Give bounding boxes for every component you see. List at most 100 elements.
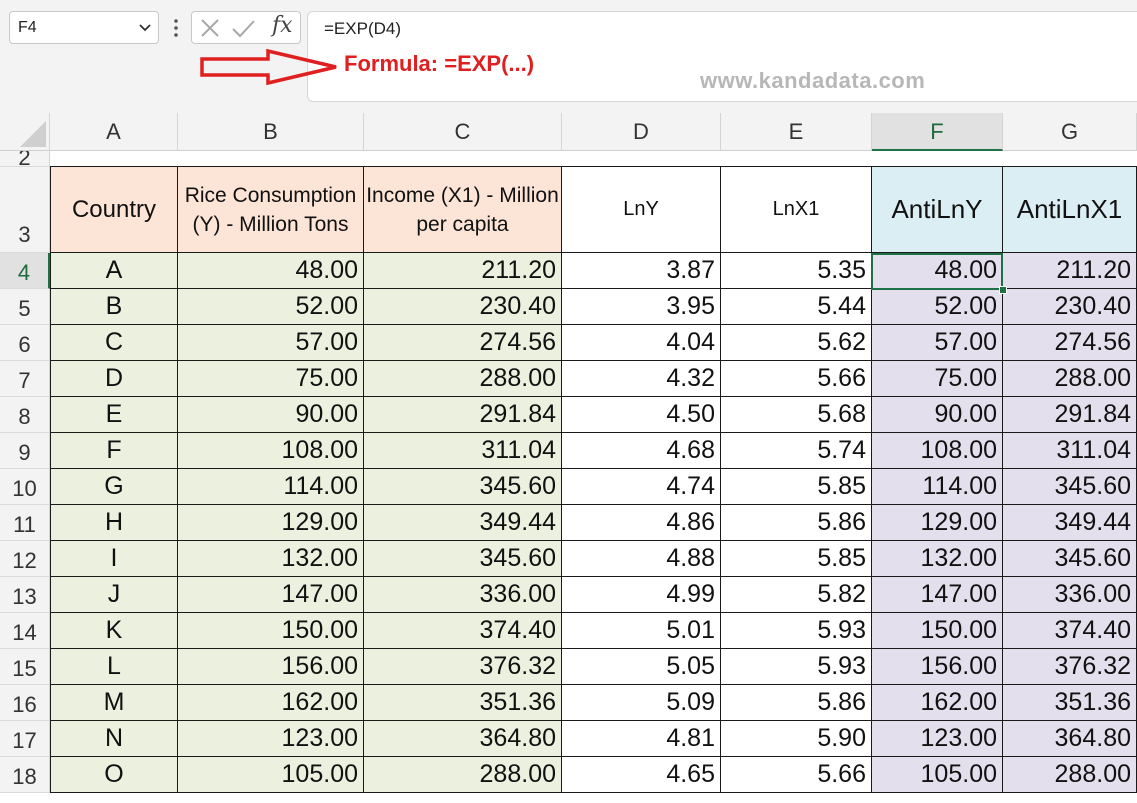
cell-lny[interactable]: 4.88 [562, 541, 721, 577]
cell-country[interactable]: H [50, 505, 178, 541]
cell-lnx1[interactable]: 5.62 [721, 325, 872, 361]
cell-income[interactable]: 288.00 [364, 361, 562, 397]
column-header-b[interactable]: B [178, 113, 364, 151]
cell-country[interactable]: L [50, 649, 178, 685]
row-header[interactable]: 7 [0, 361, 50, 397]
cell-rice[interactable]: 108.00 [178, 433, 364, 469]
header-income[interactable]: Income (X1) - Million per capita [364, 167, 562, 253]
cell-country[interactable]: K [50, 613, 178, 649]
cell-country[interactable]: E [50, 397, 178, 433]
cell-antilny[interactable]: 162.00 [872, 685, 1003, 721]
cell-antilny[interactable]: 150.00 [872, 613, 1003, 649]
cell-antilny[interactable]: 147.00 [872, 577, 1003, 613]
cell-lny[interactable]: 5.01 [562, 613, 721, 649]
cell-income[interactable]: 345.60 [364, 469, 562, 505]
cell-rice[interactable]: 162.00 [178, 685, 364, 721]
cell-rice[interactable]: 75.00 [178, 361, 364, 397]
cell-country[interactable]: C [50, 325, 178, 361]
cell-income[interactable]: 274.56 [364, 325, 562, 361]
row-header[interactable]: 18 [0, 757, 50, 793]
cell-antilny[interactable]: 132.00 [872, 541, 1003, 577]
cell-lny[interactable]: 4.50 [562, 397, 721, 433]
column-header-f[interactable]: F [872, 113, 1003, 151]
cell-antilnx1[interactable]: 291.84 [1003, 397, 1137, 433]
cell-income[interactable]: 211.20 [364, 253, 562, 289]
row-header[interactable]: 9 [0, 433, 50, 469]
row-header-3[interactable]: 3 [0, 167, 50, 253]
column-header-d[interactable]: D [562, 113, 721, 151]
header-antilny[interactable]: AntiLnY [872, 167, 1003, 253]
header-lny[interactable]: LnY [562, 167, 721, 253]
cell-income[interactable]: 376.32 [364, 649, 562, 685]
cell-antilny[interactable]: 105.00 [872, 757, 1003, 793]
cell-lny[interactable]: 4.65 [562, 757, 721, 793]
cell-antilnx1[interactable]: 311.04 [1003, 433, 1137, 469]
cell-antilnx1[interactable]: 288.00 [1003, 361, 1137, 397]
cell-antilny[interactable]: 129.00 [872, 505, 1003, 541]
cell-antilnx1[interactable]: 211.20 [1003, 253, 1137, 289]
cell-rice[interactable]: 147.00 [178, 577, 364, 613]
row-header[interactable]: 17 [0, 721, 50, 757]
cell-lny[interactable]: 5.05 [562, 649, 721, 685]
column-header-e[interactable]: E [721, 113, 872, 151]
cell-antilnx1[interactable]: 230.40 [1003, 289, 1137, 325]
cell-country[interactable]: M [50, 685, 178, 721]
more-options-icon[interactable] [166, 13, 186, 43]
row-header[interactable]: 10 [0, 469, 50, 505]
cell-lnx1[interactable]: 5.85 [721, 541, 872, 577]
cell-antilnx1[interactable]: 288.00 [1003, 757, 1137, 793]
cell-country[interactable]: G [50, 469, 178, 505]
cell-lnx1[interactable]: 5.68 [721, 397, 872, 433]
cell-lnx1[interactable]: 5.44 [721, 289, 872, 325]
cell-antilnx1[interactable]: 274.56 [1003, 325, 1137, 361]
cell-antilnx1[interactable]: 336.00 [1003, 577, 1137, 613]
cell-country[interactable]: D [50, 361, 178, 397]
cell-rice[interactable]: 129.00 [178, 505, 364, 541]
check-icon[interactable] [230, 16, 256, 40]
cell-antilny[interactable]: 75.00 [872, 361, 1003, 397]
cell-antilny[interactable]: 156.00 [872, 649, 1003, 685]
header-country[interactable]: Country [50, 167, 178, 253]
name-box[interactable]: F4 [9, 11, 159, 44]
cell-income[interactable]: 230.40 [364, 289, 562, 325]
cell-lny[interactable]: 4.74 [562, 469, 721, 505]
cell-antilny[interactable]: 48.00 [872, 253, 1003, 289]
cell-lny[interactable]: 4.68 [562, 433, 721, 469]
cell-rice[interactable]: 57.00 [178, 325, 364, 361]
cell-lny[interactable]: 4.99 [562, 577, 721, 613]
cell-lny[interactable]: 4.86 [562, 505, 721, 541]
header-antilnx1[interactable]: AntiLnX1 [1003, 167, 1137, 253]
cell-country[interactable]: B [50, 289, 178, 325]
cell-lny[interactable]: 4.32 [562, 361, 721, 397]
cell-rice[interactable]: 90.00 [178, 397, 364, 433]
cell-rice[interactable]: 48.00 [178, 253, 364, 289]
cell-lnx1[interactable]: 5.86 [721, 505, 872, 541]
cell-lnx1[interactable]: 5.85 [721, 469, 872, 505]
cell-rice[interactable]: 123.00 [178, 721, 364, 757]
cell-rice[interactable]: 52.00 [178, 289, 364, 325]
cell-rice[interactable]: 132.00 [178, 541, 364, 577]
cell-lnx1[interactable]: 5.35 [721, 253, 872, 289]
cell-antilnx1[interactable]: 376.32 [1003, 649, 1137, 685]
cell-lnx1[interactable]: 5.86 [721, 685, 872, 721]
select-all-corner[interactable] [0, 113, 50, 151]
cell-antilny[interactable]: 114.00 [872, 469, 1003, 505]
cell-income[interactable]: 336.00 [364, 577, 562, 613]
column-header-g[interactable]: G [1003, 113, 1137, 151]
cell-lnx1[interactable]: 5.90 [721, 721, 872, 757]
cell-income[interactable]: 374.40 [364, 613, 562, 649]
cancel-icon[interactable] [197, 16, 223, 40]
cell-income[interactable]: 288.00 [364, 757, 562, 793]
cell-income[interactable]: 351.36 [364, 685, 562, 721]
column-header-c[interactable]: C [364, 113, 562, 151]
cell-country[interactable]: I [50, 541, 178, 577]
cell-country[interactable]: J [50, 577, 178, 613]
cell-lny[interactable]: 4.81 [562, 721, 721, 757]
cell-antilny[interactable]: 90.00 [872, 397, 1003, 433]
cell-lnx1[interactable]: 5.66 [721, 361, 872, 397]
row-header[interactable]: 5 [0, 289, 50, 325]
chevron-down-icon[interactable] [138, 20, 152, 34]
row-header-2[interactable]: 2 [0, 151, 50, 167]
cell-antilnx1[interactable]: 374.40 [1003, 613, 1137, 649]
cell-lny[interactable]: 3.95 [562, 289, 721, 325]
